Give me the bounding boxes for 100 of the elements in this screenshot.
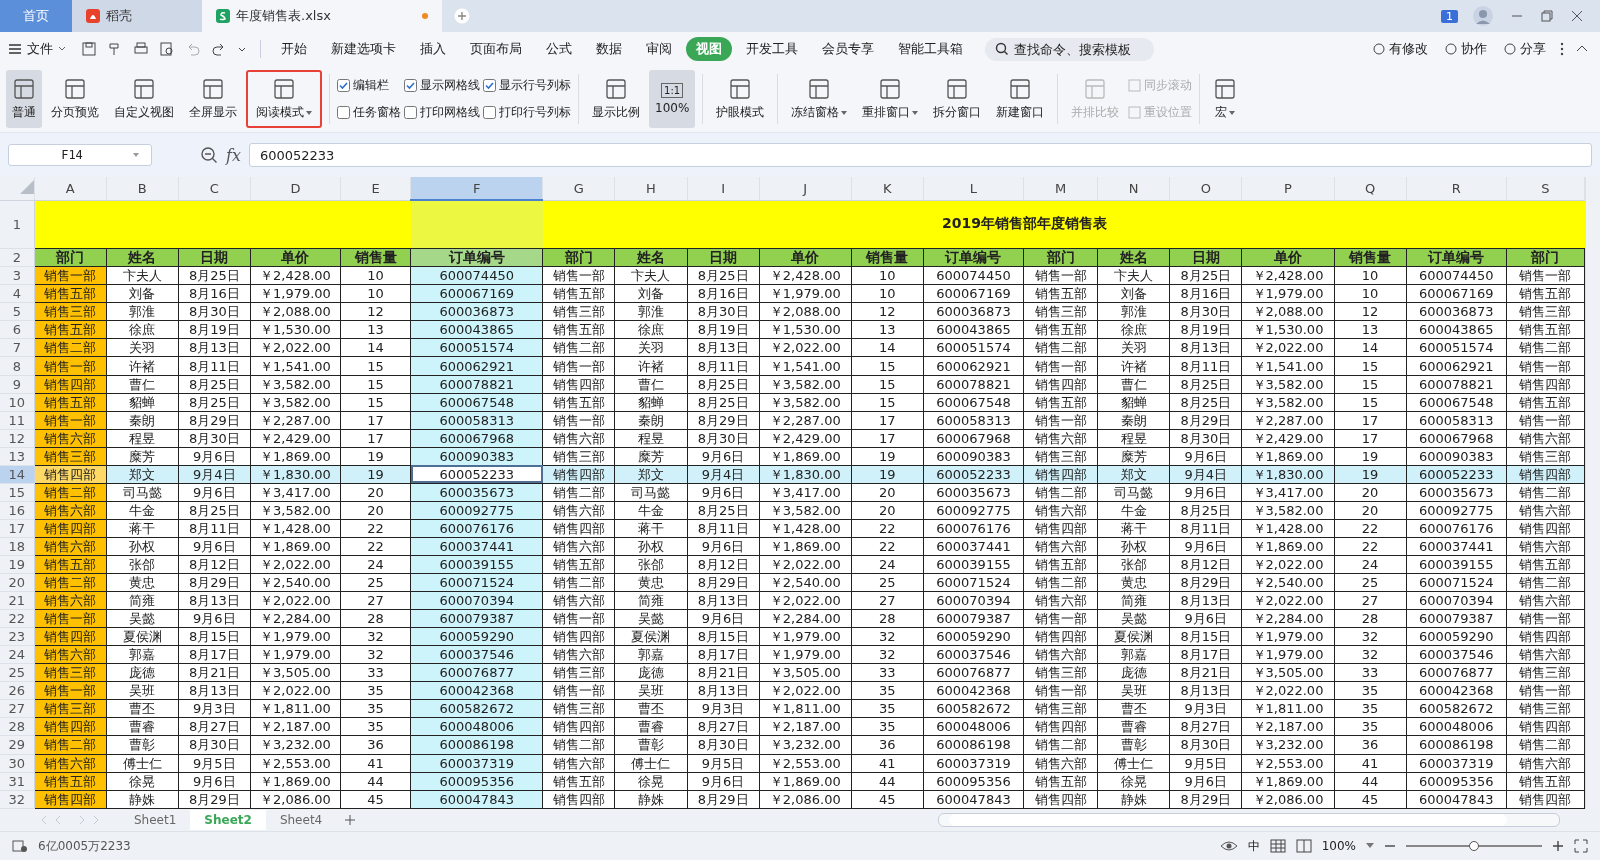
document-tab[interactable]: 年度销售表.xlsx — [202, 0, 442, 32]
row-header[interactable]: 1 — [0, 200, 35, 249]
column-header[interactable]: R — [1406, 177, 1507, 201]
table-cell: 9月3日 — [687, 699, 760, 718]
new-tab-button[interactable] — [454, 8, 470, 24]
ribbon-button[interactable]: 护眼模式 — [710, 70, 771, 128]
column-header[interactable]: M — [1023, 177, 1098, 201]
column-header[interactable]: A — [34, 177, 107, 201]
column-header[interactable]: G — [542, 177, 615, 201]
checkbox[interactable]: 编辑栏 — [337, 77, 401, 94]
ribbon-tab[interactable]: 公式 — [536, 37, 582, 61]
checkbox[interactable]: 显示网格线 — [404, 77, 480, 94]
column-header[interactable]: N — [1097, 177, 1170, 201]
ribbon-button[interactable]: 重排窗口 — [856, 70, 925, 128]
column-header[interactable]: S — [1506, 177, 1585, 201]
ribbon-button[interactable]: 拆分窗口 — [927, 70, 988, 128]
table-cell: 600067968 — [1406, 429, 1507, 448]
caret-icon[interactable] — [1366, 843, 1374, 849]
column-header[interactable]: D — [250, 177, 341, 201]
column-header[interactable]: E — [340, 177, 411, 201]
table-cell: 8月25日 — [687, 375, 760, 394]
sheet-tab[interactable]: Sheet1 — [120, 810, 191, 830]
ribbon-tab[interactable]: 智能工具箱 — [888, 37, 973, 61]
column-header[interactable]: L — [923, 177, 1024, 201]
column-header[interactable]: B — [106, 177, 179, 201]
page-view-icon[interactable] — [1295, 839, 1312, 853]
table-cell: 8月13日 — [687, 338, 760, 357]
zoom-icon[interactable] — [200, 146, 218, 164]
document-tab[interactable]: 稻壳 — [72, 0, 202, 32]
vertical-scrollbar[interactable] — [1585, 177, 1600, 809]
column-header[interactable]: J — [759, 177, 852, 201]
column-header[interactable]: H — [614, 177, 688, 201]
ribbon-button[interactable]: 显示比例 — [586, 70, 646, 128]
table-cell: 600076877 — [1406, 663, 1507, 682]
sheet-tab[interactable]: Sheet4 — [265, 810, 337, 830]
restore-icon[interactable] — [1540, 9, 1554, 23]
table-cell: ￥1,869.00 — [759, 772, 852, 791]
table-cell: 貂蝉 — [106, 393, 179, 412]
save-icon[interactable] — [81, 41, 97, 57]
file-menu[interactable]: 文件 — [8, 40, 66, 58]
zoom-in-icon[interactable] — [1552, 840, 1564, 852]
column-header[interactable]: F — [410, 177, 543, 201]
column-header[interactable]: C — [178, 177, 251, 201]
ribbon-button[interactable]: 新建窗口 — [990, 70, 1051, 128]
table-cell: 35 — [851, 699, 924, 718]
column-header[interactable]: Q — [1334, 177, 1407, 201]
search-field[interactable]: 查找命令、搜索模板 — [985, 37, 1154, 61]
add-sheet-icon[interactable] — [344, 814, 357, 826]
eye-icon[interactable] — [1219, 840, 1238, 852]
macro-record-icon[interactable] — [12, 839, 28, 853]
print-icon[interactable] — [133, 41, 149, 57]
table-cell: ￥2,022.00 — [1241, 555, 1335, 574]
formula-field[interactable]: 600052233 — [248, 143, 1592, 167]
window-count-badge[interactable]: 1 — [1441, 9, 1458, 23]
checkbox[interactable]: 任务窗格 — [337, 104, 401, 121]
column-header[interactable]: I — [687, 177, 760, 201]
toolbar-button[interactable]: 协作 — [1444, 40, 1487, 58]
ribbon-button[interactable]: 自定义视图 — [108, 70, 180, 128]
checkbox[interactable]: 显示行号列标 — [483, 77, 571, 94]
function-button[interactable]: fx — [226, 145, 241, 165]
ribbon-button[interactable]: 冻结窗格 — [785, 70, 854, 128]
input-mode-button[interactable]: 中 — [1247, 837, 1260, 855]
preview-icon[interactable] — [159, 41, 175, 57]
ribbon-button[interactable]: 阅读模式 — [246, 70, 322, 128]
table-cell: 销售二部 — [1506, 573, 1585, 592]
ribbon-tab[interactable]: 新建选项卡 — [321, 37, 406, 61]
ribbon-tab[interactable]: 开发工具 — [736, 37, 808, 61]
ribbon-button[interactable]: 普通 — [6, 70, 42, 128]
zoom-level[interactable]: 100% — [1321, 839, 1356, 853]
toolbar-button[interactable]: 有修改 — [1372, 40, 1428, 58]
checkbox[interactable]: 打印行号列标 — [483, 104, 571, 121]
ribbon-tab[interactable]: 开始 — [271, 37, 317, 61]
ribbon-button[interactable]: 分页预览 — [45, 70, 105, 128]
column-header[interactable]: K — [851, 177, 924, 201]
table-cell: 司马懿 — [614, 483, 688, 502]
avatar-icon[interactable] — [1472, 5, 1494, 27]
ribbon-tab[interactable]: 审阅 — [636, 37, 682, 61]
table-cell: ￥2,553.00 — [1241, 754, 1335, 773]
ribbon-tab[interactable]: 插入 — [410, 37, 456, 61]
close-icon[interactable] — [1570, 9, 1584, 23]
more-icon[interactable] — [1559, 41, 1565, 57]
horizontal-scrollbar[interactable] — [938, 813, 1560, 827]
table-cell: 9月6日 — [1169, 483, 1242, 502]
toolbar-button[interactable]: 分享 — [1503, 40, 1546, 58]
normal-view-icon[interactable] — [1269, 839, 1286, 853]
column-header[interactable]: O — [1169, 177, 1242, 201]
slider-thumb[interactable] — [1469, 841, 1479, 851]
ribbon-button[interactable]: 全屏显示 — [183, 70, 243, 128]
ribbon-tab[interactable]: 页面布局 — [460, 37, 532, 61]
name-box[interactable]: F14 — [8, 144, 152, 166]
ribbon-tab[interactable]: 数据 — [586, 37, 632, 61]
column-header[interactable]: P — [1241, 177, 1335, 201]
table-cell: 600074450 — [1406, 266, 1507, 285]
zoom-100-button[interactable]: 1:1 100% — [649, 70, 696, 128]
checkbox[interactable]: 打印网格线 — [404, 104, 480, 121]
table-cell: ￥2,086.00 — [250, 790, 341, 809]
ribbon-tab[interactable]: 会员专享 — [812, 37, 884, 61]
fullscreen-icon[interactable] — [1574, 839, 1588, 853]
ribbon-button[interactable]: 宏 — [1207, 70, 1244, 128]
table-cell: 14 — [851, 338, 924, 357]
